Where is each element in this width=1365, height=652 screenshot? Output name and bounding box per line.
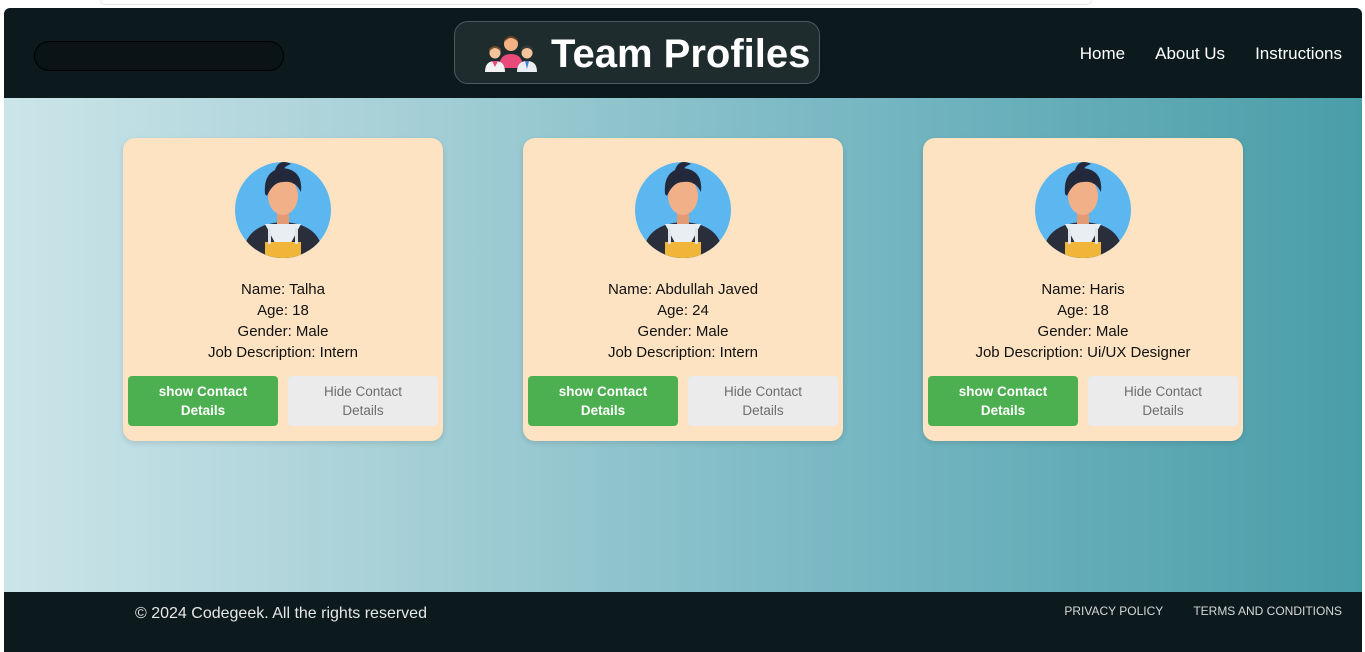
browser-top-strip	[100, 0, 1092, 5]
show-contact-button[interactable]: show Contact Details	[128, 376, 278, 426]
profile-card: Name: Talha Age: 18 Gender: Male Job Des…	[123, 138, 443, 441]
profile-gender: Gender: Male	[637, 323, 729, 340]
profile-card: Name: Abdullah Javed Age: 24 Gender: Mal…	[523, 138, 843, 441]
avatar	[635, 162, 731, 258]
profile-gender: Gender: Male	[1037, 323, 1129, 340]
profile-name: Name: Abdullah Javed	[607, 281, 759, 298]
search-input[interactable]	[34, 41, 284, 71]
copyright-text: © 2024 Codegeek. All the rights reserved	[135, 605, 427, 622]
app-window: Team Profiles Home About Us Instructions	[4, 8, 1362, 652]
terms-link[interactable]: TERMS AND CONDITIONS	[1193, 604, 1342, 618]
profile-age: Age: 18	[1057, 302, 1109, 319]
avatar	[1035, 162, 1131, 258]
team-icon	[485, 36, 537, 72]
profile-name: Name: Talha	[241, 281, 325, 298]
profile-job: Job Description: Intern	[607, 344, 759, 361]
profile-age: Age: 18	[257, 302, 309, 319]
hide-contact-button[interactable]: Hide Contact Details	[288, 376, 438, 426]
profiles-section: Name: Talha Age: 18 Gender: Male Job Des…	[4, 98, 1362, 592]
nav-home-link[interactable]: Home	[1080, 43, 1125, 65]
hide-contact-button[interactable]: Hide Contact Details	[688, 376, 838, 426]
nav-instructions-link[interactable]: Instructions	[1255, 43, 1342, 65]
show-contact-button[interactable]: show Contact Details	[528, 376, 678, 426]
privacy-policy-link[interactable]: PRIVACY POLICY	[1064, 604, 1163, 618]
profile-job: Job Description: Intern	[207, 344, 359, 361]
hide-contact-button[interactable]: Hide Contact Details	[1088, 376, 1238, 426]
profile-info: Name: Talha Age: 18 Gender: Male Job Des…	[123, 279, 443, 363]
profile-info: Name: Haris Age: 18 Gender: Male Job Des…	[923, 279, 1243, 363]
profile-name: Name: Haris	[1041, 281, 1125, 298]
profile-age: Age: 24	[657, 302, 709, 319]
profile-info: Name: Abdullah Javed Age: 24 Gender: Mal…	[523, 279, 843, 363]
page-title: Team Profiles	[551, 32, 811, 76]
profile-card: Name: Haris Age: 18 Gender: Male Job Des…	[923, 138, 1243, 441]
profile-gender: Gender: Male	[237, 323, 329, 340]
site-footer: © 2024 Codegeek. All the rights reserved…	[4, 592, 1362, 652]
brand-badge: Team Profiles	[454, 21, 820, 84]
footer-links: PRIVACY POLICY TERMS AND CONDITIONS	[1064, 604, 1342, 618]
avatar	[235, 162, 331, 258]
profile-job: Job Description: Ui/UX Designer	[975, 344, 1191, 361]
nav-about-link[interactable]: About Us	[1155, 43, 1225, 65]
show-contact-button[interactable]: show Contact Details	[928, 376, 1078, 426]
main-nav: Home About Us Instructions	[1080, 43, 1342, 65]
site-header: Team Profiles Home About Us Instructions	[4, 8, 1362, 98]
